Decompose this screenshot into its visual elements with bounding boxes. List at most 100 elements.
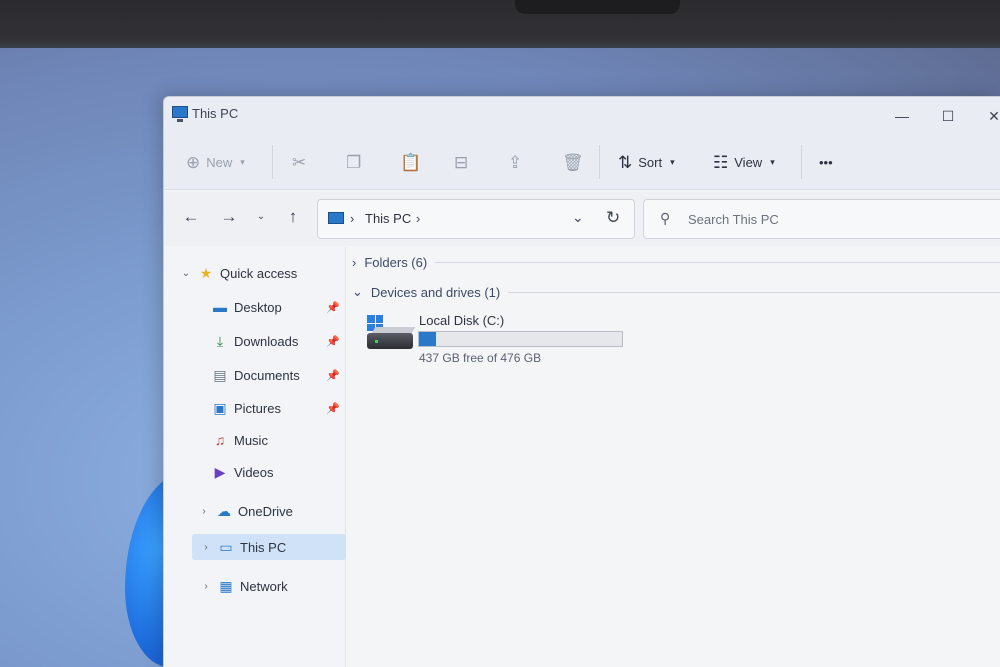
copy-button[interactable]: ❐ [346, 147, 361, 177]
more-icon: ••• [819, 154, 833, 170]
pin-icon: 📌 [326, 335, 340, 348]
sidebar-item-label: This PC [240, 539, 287, 555]
chevron-down-icon[interactable]: ⌄ [352, 284, 363, 300]
sidebar-item-onedrive[interactable]: › ☁ OneDrive [198, 498, 344, 524]
clipboard-icon: 📋 [400, 152, 422, 172]
cut-button[interactable]: ✂ [292, 147, 306, 177]
recent-locations-button[interactable]: ⌄ [250, 211, 272, 222]
sidebar-item-documents[interactable]: ▤ Documents 📌 [212, 362, 340, 388]
copy-icon: ❐ [346, 152, 362, 172]
group-divider [435, 261, 1000, 263]
refresh-icon[interactable]: ↻ [606, 208, 620, 228]
new-button[interactable]: ⊕ New ▾ [186, 147, 245, 177]
sidebar-item-label: Network [240, 578, 288, 594]
view-button[interactable]: ☷ View ▾ [713, 147, 775, 177]
sidebar-item-network[interactable]: › ▦ Network [200, 573, 346, 599]
file-explorer-window: This PC — ☐ ✕ ⊕ New ▾ ✂ ❐ 📋 ⊟ ⇪ 🗑 ⇅ Sort… [163, 96, 1000, 667]
sidebar-item-label: Documents [234, 367, 300, 383]
sidebar-item-this-pc[interactable]: › ▭ This PC [192, 534, 346, 560]
chevron-right-icon[interactable]: › [352, 255, 356, 270]
chevron-right-icon[interactable]: › [200, 542, 212, 553]
chevron-right-icon[interactable]: › [198, 506, 210, 517]
sidebar-item-label: Desktop [234, 299, 282, 315]
window-title: This PC [192, 106, 239, 121]
share-button[interactable]: ⇪ [508, 147, 522, 177]
share-icon: ⇪ [508, 152, 523, 172]
folders-group-label: Folders (6) [364, 254, 428, 270]
sidebar-item-label: Pictures [234, 400, 281, 416]
maximize-button[interactable]: ☐ [928, 105, 968, 127]
sidebar-item-label: Quick access [220, 265, 298, 281]
toolbar-divider [801, 145, 802, 179]
network-icon: ▦ [219, 578, 233, 594]
close-button[interactable]: ✕ [974, 105, 1000, 127]
drive-usage-fill [419, 332, 436, 346]
scissors-icon: ✂ [292, 152, 307, 172]
command-bar: ⊕ New ▾ ✂ ❐ 📋 ⊟ ⇪ 🗑 ⇅ Sort ▾ ☷ View ▾ ••… [164, 135, 1000, 190]
breadcrumb-chevron-icon[interactable]: › [416, 211, 420, 226]
pin-icon: 📌 [326, 301, 340, 314]
forward-button[interactable]: → [218, 207, 240, 227]
title-bar: This PC — ☐ ✕ [164, 97, 1000, 135]
group-divider [508, 291, 1000, 293]
sidebar-item-music[interactable]: ♫ Music [212, 427, 340, 453]
navigation-pane: ⌄ ★ Quick access ▬ Desktop 📌 ⤓ Downloads… [164, 247, 346, 667]
video-icon: ▶ [214, 464, 226, 480]
view-layout-icon: ☷ [713, 152, 729, 172]
paste-button[interactable]: 📋 [400, 147, 421, 177]
see-more-button[interactable]: ••• [819, 147, 833, 177]
hard-drive-icon [367, 315, 416, 355]
view-label: View [734, 154, 763, 170]
up-button[interactable]: ↑ [282, 207, 304, 227]
sidebar-item-desktop[interactable]: ▬ Desktop 📌 [212, 294, 340, 320]
rename-icon: ⊟ [454, 152, 469, 172]
sidebar-item-label: Videos [234, 464, 274, 480]
chevron-right-icon[interactable]: › [200, 581, 212, 592]
folders-group-header[interactable]: › Folders (6) [352, 252, 1000, 272]
rename-button[interactable]: ⊟ [454, 147, 468, 177]
this-pc-icon [328, 212, 344, 224]
webcam-housing [515, 0, 680, 14]
toolbar-divider [599, 145, 600, 179]
breadcrumb-this-pc[interactable]: This PC [365, 211, 411, 226]
chevron-down-icon[interactable]: ⌄ [572, 209, 584, 226]
drive-name: Local Disk (C:) [419, 313, 505, 328]
cloud-icon: ☁ [217, 503, 231, 519]
devices-group-header[interactable]: ⌄ Devices and drives (1) [352, 282, 1000, 302]
toolbar-divider [272, 145, 273, 179]
chevron-down-icon: ▾ [240, 156, 245, 167]
back-button[interactable]: ← [180, 207, 202, 227]
sort-arrows-icon: ⇅ [618, 152, 633, 172]
devices-group-label: Devices and drives (1) [370, 284, 501, 300]
delete-button[interactable]: 🗑 [562, 147, 584, 177]
plus-circle-icon: ⊕ [186, 152, 201, 172]
sidebar-item-label: Downloads [234, 333, 299, 349]
sidebar-item-pictures[interactable]: ▣ Pictures 📌 [212, 395, 340, 421]
pictures-icon: ▣ [213, 400, 227, 416]
download-icon: ⤓ [216, 333, 224, 349]
music-icon: ♫ [214, 432, 226, 448]
minimize-button[interactable]: — [882, 105, 922, 127]
new-label: New [206, 154, 233, 170]
this-pc-icon [172, 106, 188, 122]
search-box[interactable]: ⚲ Search This PC [643, 199, 1000, 239]
trash-icon: 🗑 [562, 152, 584, 172]
sidebar-item-quick-access[interactable]: ⌄ ★ Quick access [180, 260, 340, 286]
navigation-bar: ← → ⌄ ↑ › This PC › ⌄ ↻ ⚲ Search This PC [164, 191, 1000, 246]
drive-free-space: 437 GB free of 476 GB [419, 351, 542, 365]
drive-usage-bar [418, 331, 623, 347]
chevron-down-icon: ▾ [670, 156, 675, 167]
chevron-down-icon[interactable]: ⌄ [180, 268, 192, 279]
pin-icon: 📌 [326, 369, 340, 382]
sort-button[interactable]: ⇅ Sort ▾ [618, 147, 675, 177]
sidebar-item-videos[interactable]: ▶ Videos [212, 459, 340, 485]
breadcrumb-chevron-icon[interactable]: › [350, 211, 354, 226]
computer-icon: ▭ [219, 539, 233, 555]
search-icon: ⚲ [660, 210, 671, 226]
sidebar-item-label: Music [234, 432, 268, 448]
search-placeholder: Search This PC [688, 212, 779, 227]
content-pane: › Folders (6) ⌄ Devices and drives (1) L… [347, 247, 1000, 667]
star-icon: ★ [199, 265, 213, 281]
address-bar[interactable]: › This PC › ⌄ ↻ [317, 199, 635, 239]
sidebar-item-downloads[interactable]: ⤓ Downloads 📌 [212, 328, 340, 354]
